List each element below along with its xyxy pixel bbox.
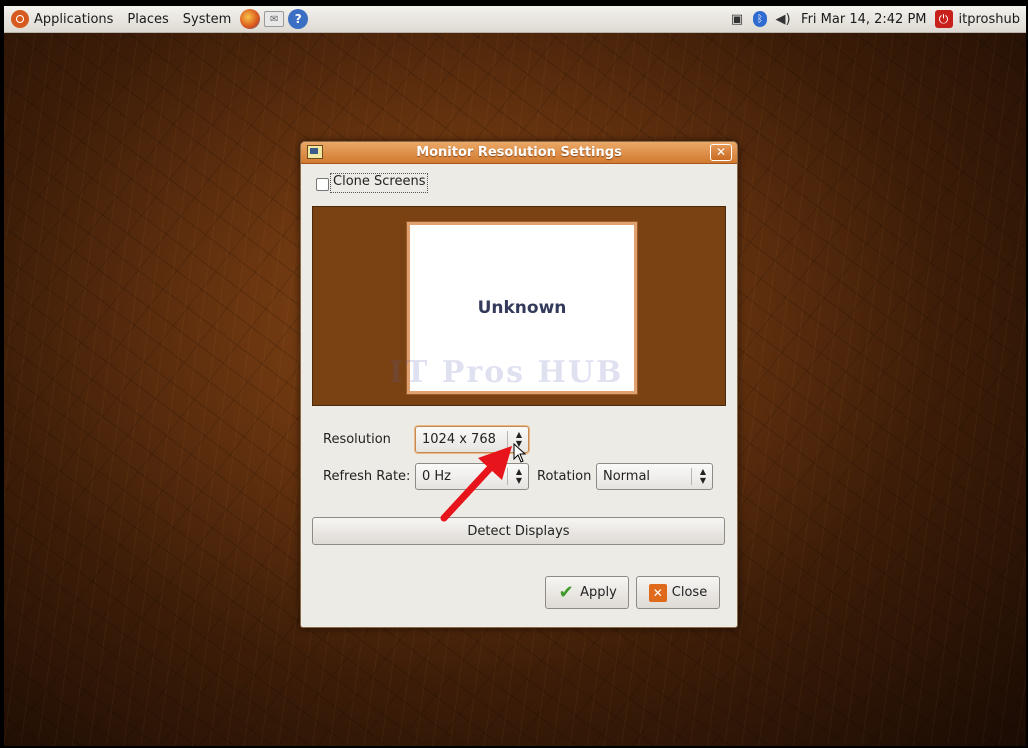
power-icon[interactable]: ⏻ xyxy=(934,10,953,28)
monitor-preview-area: Unknown IT Pros HUB xyxy=(312,206,726,406)
panel-tray: ▣ ᛒ ◀) Fri Mar 14, 2:42 PM ⏻ itproshub xyxy=(725,6,1026,32)
watermark: IT Pros HUB xyxy=(389,355,624,390)
volume-icon[interactable]: ◀) xyxy=(775,11,791,27)
user-name[interactable]: itproshub xyxy=(959,12,1026,27)
close-icon[interactable]: ✕ xyxy=(710,144,732,161)
apply-button[interactable]: ✔ Apply xyxy=(545,576,629,609)
clone-screens-label[interactable]: Clone Screens xyxy=(333,174,425,189)
window-icon[interactable] xyxy=(307,145,323,159)
network-icon[interactable]: ▣ xyxy=(729,11,745,27)
dialog-titlebar[interactable]: Monitor Resolution Settings ✕ xyxy=(301,142,737,164)
applications-menu[interactable]: Applications xyxy=(4,6,120,32)
clock[interactable]: Fri Mar 14, 2:42 PM xyxy=(795,12,932,27)
annotation-arrow xyxy=(440,446,512,522)
apply-label: Apply xyxy=(580,585,617,600)
rotation-combo[interactable]: Normal ▲ ▼ xyxy=(596,463,713,490)
close-button[interactable]: ✕ Close xyxy=(636,576,720,609)
rotation-label: Rotation xyxy=(537,469,592,484)
monitor-resolution-dialog: Monitor Resolution Settings ✕ Clone Scre… xyxy=(300,141,738,628)
close-label: Close xyxy=(671,585,708,600)
rotation-value: Normal xyxy=(603,469,651,484)
mouse-cursor-icon xyxy=(513,443,527,463)
firefox-icon[interactable] xyxy=(240,9,261,29)
resolution-label: Resolution xyxy=(323,432,391,447)
mail-icon[interactable]: ✉ xyxy=(264,11,285,27)
ubuntu-logo-icon xyxy=(11,10,29,28)
applications-menu-label: Applications xyxy=(34,11,114,27)
monitor-name: Unknown xyxy=(477,298,567,318)
apply-check-icon: ✔ xyxy=(558,582,574,603)
dialog-title: Monitor Resolution Settings xyxy=(416,145,622,160)
combo-separator xyxy=(691,468,692,485)
top-panel: Applications Places System ✉ ? ▣ ᛒ ◀) Fr… xyxy=(4,6,1026,33)
help-icon[interactable]: ? xyxy=(288,9,309,29)
system-menu[interactable]: System xyxy=(176,6,238,32)
clone-screens-checkbox[interactable] xyxy=(316,178,329,191)
refresh-rate-label: Refresh Rate: xyxy=(323,469,411,484)
places-menu[interactable]: Places xyxy=(120,6,175,32)
combo-arrows-icon: ▲ ▼ xyxy=(699,467,706,485)
bluetooth-icon[interactable]: ᛒ xyxy=(753,11,768,27)
close-x-icon: ✕ xyxy=(648,583,667,602)
